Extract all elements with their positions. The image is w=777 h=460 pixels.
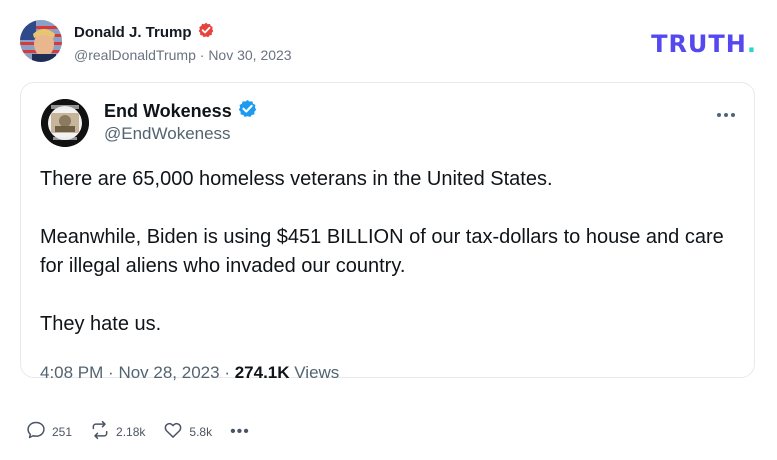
author-avatar[interactable] xyxy=(20,20,62,62)
views-count: 274.1K xyxy=(234,363,290,382)
quoted-post-meta: 4:08 PM · Nov 28, 2023 · 274.1K Views xyxy=(40,363,339,383)
post-date[interactable]: Nov 30, 2023 xyxy=(208,47,291,63)
quoted-paragraph-2: Meanwhile, Biden is using $451 BILLION o… xyxy=(40,226,724,277)
views-label: Views xyxy=(294,363,340,382)
author-name[interactable]: Donald J. Trump xyxy=(74,24,192,41)
truth-logo[interactable]: TRUTH. xyxy=(651,30,757,58)
reply-count: 251 xyxy=(52,424,73,439)
verified-check-icon xyxy=(238,99,257,123)
quoted-post-date[interactable]: Nov 28, 2023 xyxy=(118,363,219,382)
post-header: Donald J. Trump @realDonaldTrump · Nov 3… xyxy=(20,20,757,68)
more-options-icon[interactable]: ••• xyxy=(230,423,250,441)
like-count: 5.8k xyxy=(189,424,213,439)
retruth-count: 2.18k xyxy=(116,424,146,439)
quoted-post-time[interactable]: 4:08 PM xyxy=(40,363,103,382)
separator: · xyxy=(224,363,235,382)
author-handle-line: @realDonaldTrump · Nov 30, 2023 xyxy=(74,47,292,63)
retruth-icon xyxy=(90,420,110,443)
more-horizontal-icon[interactable] xyxy=(716,101,736,124)
retruth-button[interactable]: 2.18k xyxy=(90,420,145,443)
verified-badge-icon xyxy=(198,22,214,43)
quoted-post-body: There are 65,000 homeless veterans in th… xyxy=(40,165,730,339)
author-handle[interactable]: @realDonaldTrump xyxy=(74,47,196,63)
quoted-author-name[interactable]: End Wokeness xyxy=(104,101,232,122)
like-button[interactable]: 5.8k xyxy=(163,420,212,443)
quoted-paragraph-1: There are 65,000 homeless veterans in th… xyxy=(40,168,553,190)
quoted-paragraph-3: They hate us. xyxy=(40,313,162,335)
quoted-author-handle[interactable]: @EndWokeness xyxy=(104,124,231,144)
heart-icon xyxy=(163,420,183,443)
separator: · xyxy=(108,363,119,382)
reply-button[interactable]: 251 xyxy=(26,420,72,443)
reply-icon xyxy=(26,420,46,443)
truth-logo-dot: . xyxy=(746,30,757,58)
separator: · xyxy=(199,47,205,63)
truth-logo-text: TRUTH xyxy=(651,30,747,58)
quoted-post-card[interactable]: End Wokeness @EndWokeness There are 65,0… xyxy=(20,82,755,382)
engagement-bar: 251 2.18k 5.8k ••• xyxy=(26,420,250,443)
quoted-author-avatar[interactable] xyxy=(41,99,89,147)
